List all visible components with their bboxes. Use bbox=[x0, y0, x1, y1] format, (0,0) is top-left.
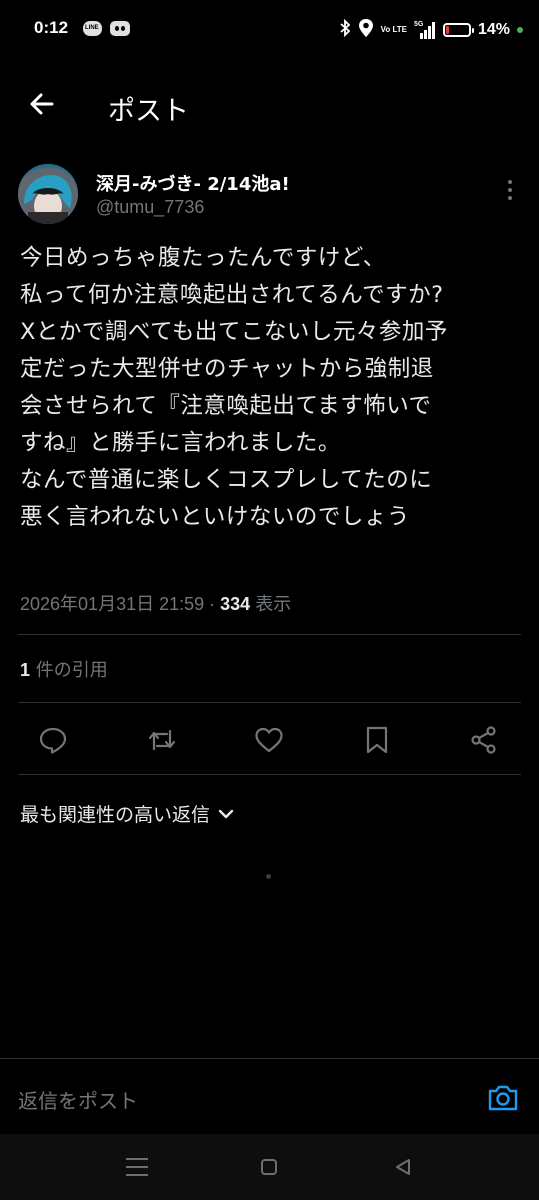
reply-icon bbox=[39, 727, 67, 754]
camera-icon bbox=[488, 1085, 518, 1111]
volte-icon: Vo LTE bbox=[380, 25, 407, 34]
location-icon bbox=[358, 18, 374, 43]
reply-input[interactable]: 返信をポスト bbox=[18, 1085, 138, 1114]
bluetooth-icon bbox=[339, 18, 351, 42]
divider bbox=[18, 774, 521, 775]
post-text: 今日めっちゃ腹たったんですけど、 私って何か注意喚起出されてるんですか? Xとか… bbox=[20, 240, 530, 536]
status-indicators: Vo LTE 5G 14% bbox=[339, 18, 523, 42]
signal-icon: 5G bbox=[414, 21, 436, 39]
divider bbox=[18, 702, 521, 703]
post-text-line: 今日めっちゃ腹たったんですけど、 bbox=[20, 245, 386, 271]
system-back-button[interactable] bbox=[394, 1158, 412, 1176]
bookmark-icon bbox=[366, 726, 388, 754]
author-name[interactable]: 深月-みづき- 2/14池a! bbox=[96, 170, 290, 196]
share-icon bbox=[471, 726, 496, 754]
page-title: ポスト bbox=[108, 96, 189, 127]
views-label: 表示 bbox=[250, 594, 292, 614]
status-time: 0:12 bbox=[34, 18, 69, 37]
quotes-link[interactable]: 1 件の引用 bbox=[20, 656, 108, 682]
post-text-line: すね』と勝手に言われました。 bbox=[20, 430, 341, 456]
triangle-back-icon bbox=[396, 1159, 410, 1175]
reply-button[interactable] bbox=[37, 724, 69, 756]
post-text-line: 私って何か注意喚起出されてるんですか? bbox=[20, 282, 444, 308]
system-navigation-bar bbox=[0, 1134, 539, 1200]
replies-sort-dropdown[interactable]: 最も関連性の高い返信 bbox=[20, 800, 234, 827]
arrow-left-icon bbox=[30, 93, 54, 115]
privacy-indicator-dot bbox=[517, 27, 523, 33]
author-handle[interactable]: @tumu_7736 bbox=[96, 197, 204, 218]
repost-icon bbox=[148, 729, 176, 751]
post-text-line: 会させられて『注意喚起出てます怖いで bbox=[20, 393, 432, 419]
battery-percent: 14% bbox=[477, 21, 510, 38]
discord-app-icon bbox=[110, 21, 130, 36]
divider bbox=[18, 634, 521, 635]
post-text-line: 定だった大型併せのチャットから強制退 bbox=[20, 356, 434, 382]
quotes-label: 件の引用 bbox=[30, 660, 108, 681]
reply-bar: 返信をポスト bbox=[0, 1058, 539, 1135]
action-bar bbox=[0, 710, 539, 770]
repost-button[interactable] bbox=[146, 724, 178, 756]
chevron-down-icon bbox=[218, 809, 234, 818]
views-count: 334 bbox=[220, 594, 251, 614]
home-button[interactable] bbox=[261, 1159, 277, 1175]
loading-indicator bbox=[266, 874, 271, 879]
camera-button[interactable] bbox=[486, 1081, 520, 1115]
post-text-line: Xとかで調べても出てこないし元々参加予 bbox=[20, 319, 448, 345]
like-icon bbox=[255, 727, 283, 753]
post-text-line: なんで普通に楽しくコスプレしてたのに bbox=[20, 467, 433, 493]
post-text-line: 悪く言われないといけないのでしょう bbox=[20, 504, 410, 530]
share-button[interactable] bbox=[468, 724, 500, 756]
post-timestamp[interactable]: 2026年01月31日 21:59 bbox=[20, 594, 204, 614]
like-button[interactable] bbox=[253, 724, 285, 756]
recent-apps-button[interactable] bbox=[126, 1158, 148, 1176]
status-bar: 0:12 LINE Vo LTE 5G 14% bbox=[0, 0, 539, 62]
back-button[interactable] bbox=[22, 84, 62, 124]
line-app-icon: LINE bbox=[83, 21, 102, 36]
avatar[interactable] bbox=[18, 164, 78, 224]
bookmark-button[interactable] bbox=[361, 724, 393, 756]
replies-sort-label: 最も関連性の高い返信 bbox=[20, 804, 211, 826]
top-app-bar: ポスト bbox=[0, 62, 539, 144]
quotes-count: 1 bbox=[20, 660, 31, 680]
meta-separator: · bbox=[204, 594, 221, 614]
battery-icon bbox=[442, 23, 474, 37]
post-meta: 2026年01月31日 21:59 · 334 表示 bbox=[20, 590, 291, 616]
more-options-button[interactable] bbox=[498, 178, 522, 202]
avatar-image bbox=[18, 164, 78, 224]
